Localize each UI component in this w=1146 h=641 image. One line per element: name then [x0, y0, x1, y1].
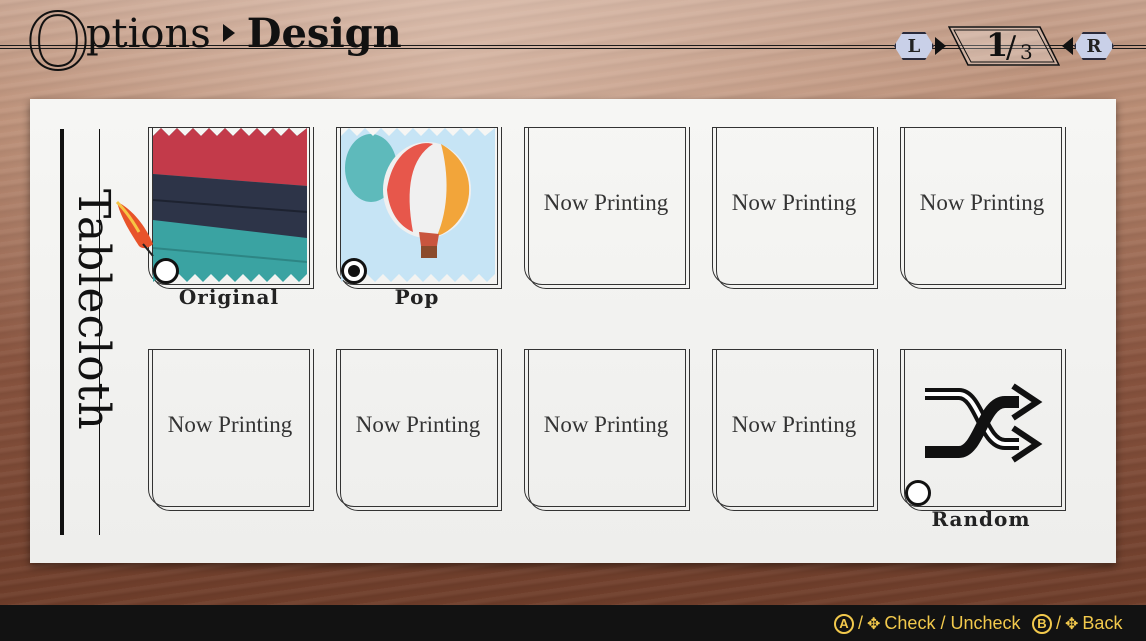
page-indicator: L 1 / 3 R	[890, 24, 1120, 68]
tile-label-original: Original	[178, 285, 280, 309]
dpad-icon: ✥	[1065, 615, 1079, 633]
options-panel: Tablecloth Original Pop Now Printing Now…	[30, 99, 1116, 563]
tile-placeholder-text: Now Printing	[167, 412, 293, 437]
feather-pointer-icon	[115, 200, 154, 257]
title-rest: ptions	[85, 11, 211, 57]
tile-original[interactable]	[115, 127, 314, 289]
tile-placeholder-text: Now Printing	[731, 412, 857, 437]
page-separator: /	[1006, 30, 1017, 65]
tile-placeholder-text: Now Printing	[543, 412, 669, 437]
tile-slot-4[interactable]: Now Printing	[712, 127, 878, 289]
hint-check: A / ✥ Check / Uncheck	[834, 613, 1020, 634]
tile-slot-5[interactable]: Now Printing	[900, 127, 1066, 289]
tile-label-random: Random	[931, 507, 1031, 531]
section-label: Tablecloth	[68, 189, 119, 431]
tile-placeholder-text: Now Printing	[731, 190, 857, 215]
tile-placeholder-text: Now Printing	[919, 190, 1045, 215]
page-next-button[interactable]: R	[1074, 32, 1114, 60]
b-button-icon: B	[1032, 613, 1052, 634]
radio-pop[interactable]	[341, 258, 367, 284]
tablecloth-original-swatch	[153, 128, 307, 282]
hint-back-label: Back	[1082, 613, 1123, 633]
tile-slot-7[interactable]: Now Printing	[336, 349, 502, 511]
section-label-frame: Tablecloth	[60, 129, 119, 535]
triangle-right-icon	[935, 37, 946, 55]
header: O ptions Design L 1 / 3 R	[0, 0, 1146, 90]
tile-pop[interactable]	[336, 127, 502, 289]
radio-original[interactable]	[153, 258, 179, 284]
dpad-icon: ✥	[867, 615, 881, 633]
tablecloth-pop-swatch	[341, 128, 495, 282]
a-button-icon: A	[834, 613, 854, 634]
tile-placeholder-text: Now Printing	[355, 412, 481, 437]
breadcrumb-arrow-icon	[222, 24, 235, 42]
hint-back: B / ✥ Back	[1032, 613, 1122, 634]
tile-label-pop: Pop	[394, 285, 440, 309]
tile-slot-6[interactable]: Now Printing	[148, 349, 314, 511]
tile-slot-3[interactable]: Now Printing	[524, 127, 690, 289]
tile-random[interactable]	[900, 349, 1066, 511]
page-title: O ptions Design	[25, 0, 402, 88]
tile-slot-9[interactable]: Now Printing	[712, 349, 878, 511]
shuffle-icon	[925, 383, 1043, 463]
page-prev-button[interactable]: L	[894, 32, 934, 60]
hint-slash: /	[858, 613, 864, 633]
page-current: 1	[986, 26, 1009, 64]
title-subsection: Design	[246, 10, 402, 57]
button-hint-bar: A / ✥ Check / Uncheck B / ✥ Back	[0, 605, 1146, 641]
radio-random[interactable]	[905, 480, 931, 506]
tile-placeholder-text: Now Printing	[543, 190, 669, 215]
triangle-left-icon	[1062, 37, 1073, 55]
hint-slash: /	[1056, 613, 1062, 633]
page-total: 3	[1020, 40, 1033, 64]
hint-check-label: Check / Uncheck	[884, 613, 1021, 633]
title-initial: O	[25, 0, 91, 88]
tile-slot-8[interactable]: Now Printing	[524, 349, 690, 511]
